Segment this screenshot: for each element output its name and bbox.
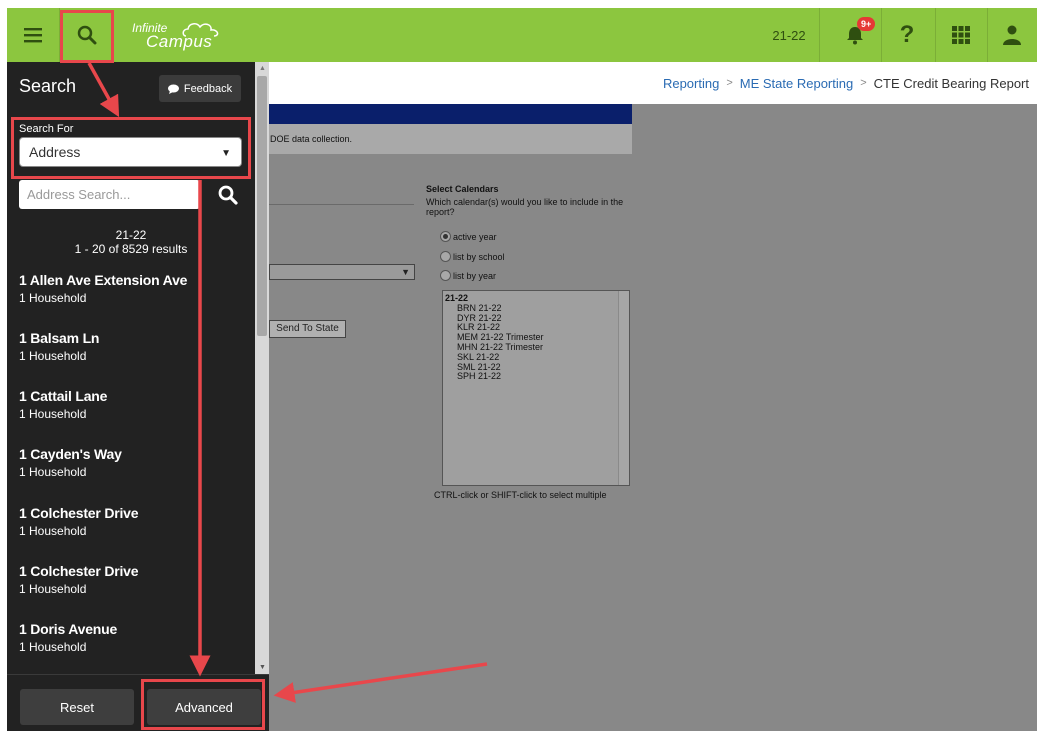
- chevron-right-icon: >: [726, 77, 733, 89]
- search-submit-button[interactable]: [215, 180, 241, 209]
- result-subtitle: 1 Household: [19, 349, 87, 363]
- user-account-button[interactable]: [987, 8, 1037, 62]
- search-result-item[interactable]: 1 Cattail Lane 1 Household: [19, 388, 244, 421]
- search-icon: [218, 185, 238, 205]
- calendar-list[interactable]: 21-22 BRN 21-22 DYR 21-22 KLR 21-22 MEM …: [442, 290, 630, 486]
- infinite-campus-logo[interactable]: Infinite Campus: [132, 18, 232, 54]
- search-toggle-button[interactable]: [62, 8, 112, 62]
- report-header-bar: [269, 104, 632, 124]
- chat-icon: [167, 84, 179, 94]
- search-type-select[interactable]: Address ▼: [19, 137, 242, 167]
- result-subtitle: 1 Household: [19, 524, 87, 538]
- help-button[interactable]: ?: [881, 8, 933, 62]
- result-name: 1 Allen Ave Extension Ave: [19, 272, 188, 288]
- reset-button[interactable]: Reset: [20, 689, 134, 725]
- panel-title: Search: [19, 76, 77, 96]
- result-count: 1 - 20 of 8529 results: [74, 242, 188, 256]
- search-result-item[interactable]: 1 Balsam Ln 1 Household: [19, 330, 244, 363]
- calendar-hint: CTRL-click or SHIFT-click to select mult…: [434, 490, 607, 500]
- help-icon: ?: [899, 21, 915, 48]
- radio-button[interactable]: [440, 270, 451, 281]
- result-name: 1 Colchester Drive: [19, 505, 139, 521]
- divider: [819, 8, 820, 62]
- result-subtitle: 1 Household: [19, 465, 87, 479]
- result-name: 1 Balsam Ln: [19, 330, 100, 346]
- result-name: 1 Cayden's Way: [19, 446, 122, 462]
- chevron-right-icon: >: [860, 77, 867, 89]
- breadcrumb-reporting[interactable]: Reporting: [663, 76, 719, 91]
- radio-active-year[interactable]: active year: [440, 231, 497, 242]
- address-search-input[interactable]: [19, 180, 200, 209]
- scroll-down-icon[interactable]: ▼: [259, 664, 266, 671]
- breadcrumb: Reporting > ME State Reporting > CTE Cre…: [269, 62, 1037, 104]
- search-result-item[interactable]: 1 Colchester Drive 1 Household: [19, 563, 244, 596]
- search-result-item[interactable]: 1 Allen Ave Extension Ave 1 Household: [19, 272, 244, 305]
- result-subtitle: 1 Household: [19, 582, 87, 596]
- caret-down-icon: ▼: [401, 267, 410, 277]
- notifications-button[interactable]: 9+: [829, 8, 881, 62]
- calendar-option[interactable]: SPH 21-22: [445, 372, 627, 382]
- scroll-up-icon[interactable]: ▲: [259, 65, 266, 72]
- radio-button[interactable]: [440, 251, 451, 262]
- result-name: 1 Doris Avenue: [19, 621, 118, 637]
- result-year: 21-22: [115, 228, 147, 242]
- radio-list-by-school[interactable]: list by school: [440, 251, 505, 262]
- feedback-label: Feedback: [183, 82, 233, 95]
- select-calendars-title: Select Calendars: [426, 184, 499, 194]
- radio-button[interactable]: [440, 231, 451, 242]
- search-icon: [77, 25, 97, 45]
- search-panel: Search Feedback Search For Address ▼ 21-…: [7, 62, 255, 731]
- search-panel-footer: Reset Advanced: [7, 674, 269, 731]
- caret-down-icon: ▼: [221, 148, 231, 159]
- report-description: DOE data collection.: [269, 124, 632, 154]
- select-calendars-question: Which calendar(s) would you like to incl…: [426, 197, 624, 217]
- send-to-state-button[interactable]: Send To State: [269, 320, 346, 338]
- field-underline: [269, 204, 414, 205]
- notification-badge: 9+: [857, 17, 876, 31]
- year-selector[interactable]: 21-22: [759, 8, 819, 62]
- result-subtitle: 1 Household: [19, 640, 87, 654]
- format-select[interactable]: ▼: [269, 264, 415, 280]
- result-name: 1 Colchester Drive: [19, 563, 139, 579]
- radio-list-by-year[interactable]: list by year: [440, 270, 496, 281]
- result-subtitle: 1 Household: [19, 407, 87, 421]
- apps-grid-icon: [952, 26, 970, 44]
- advanced-button[interactable]: Advanced: [147, 689, 261, 725]
- menu-button[interactable]: [7, 8, 59, 62]
- feedback-button[interactable]: Feedback: [159, 75, 241, 102]
- top-bar: Infinite Campus 21-22 9+ ?: [7, 8, 1037, 62]
- radio-label: active year: [453, 231, 497, 242]
- search-for-label: Search For: [19, 123, 74, 135]
- menu-icon: [24, 28, 42, 43]
- divider: [59, 8, 60, 62]
- search-type-value: Address: [29, 144, 81, 160]
- scrollbar-thumb[interactable]: [257, 76, 267, 336]
- radio-label: list by school: [453, 251, 505, 262]
- report-content: DOE data collection. ▼ Send To State Sel…: [269, 104, 1037, 731]
- result-subtitle: 1 Household: [19, 291, 87, 305]
- search-result-item[interactable]: 1 Colchester Drive 1 Household: [19, 505, 244, 538]
- result-name: 1 Cattail Lane: [19, 388, 108, 404]
- search-result-item[interactable]: 1 Doris Avenue 1 Household: [19, 621, 244, 654]
- breadcrumb-me-state-reporting[interactable]: ME State Reporting: [740, 76, 853, 91]
- calendar-list-scrollbar[interactable]: [618, 291, 629, 485]
- search-panel-scrollbar[interactable]: ▲ ▼: [255, 62, 269, 674]
- search-result-item[interactable]: 1 Cayden's Way 1 Household: [19, 446, 244, 479]
- apps-button[interactable]: [935, 8, 987, 62]
- breadcrumb-current: CTE Credit Bearing Report: [873, 75, 1029, 91]
- logo-cloud-icon: [182, 23, 219, 37]
- user-icon: [1003, 25, 1021, 45]
- radio-label: list by year: [453, 270, 497, 281]
- app-window: Infinite Campus 21-22 9+ ? Reporting > M…: [7, 8, 1037, 731]
